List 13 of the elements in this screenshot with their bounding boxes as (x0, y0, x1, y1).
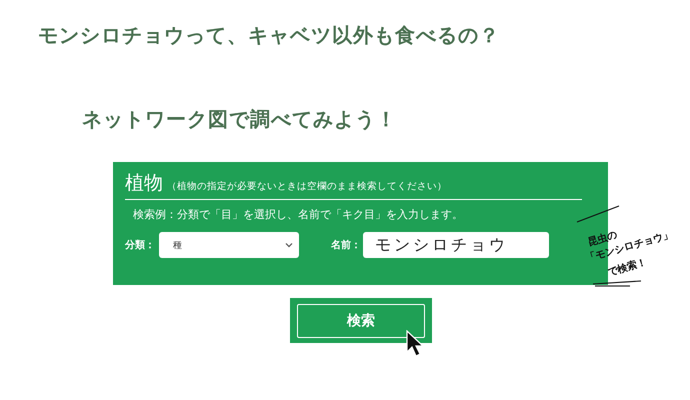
page-subheading: ネットワーク図で調べてみよう！ (82, 106, 397, 133)
panel-title: 植物 (125, 171, 163, 196)
page-heading: モンシロチョウって、キャベツ以外も食べるの？ (38, 22, 500, 49)
example-text: 検索例：分類で「目」を選択し、名前で「キク目」を入力します。 (133, 207, 464, 222)
scribble-line (576, 205, 620, 223)
annotation-text: で検索！ (606, 256, 648, 280)
panel-note: （植物の指定が必要ないときは空欄のまま検索してください） (167, 180, 447, 193)
category-select[interactable]: 種 (159, 232, 299, 258)
name-label: 名前： (331, 238, 361, 252)
caret-icon (285, 242, 293, 248)
name-field[interactable]: モンシロチョウ (363, 232, 549, 258)
scribble-lines-drawing (592, 280, 642, 287)
category-label: 分類： (125, 238, 155, 252)
